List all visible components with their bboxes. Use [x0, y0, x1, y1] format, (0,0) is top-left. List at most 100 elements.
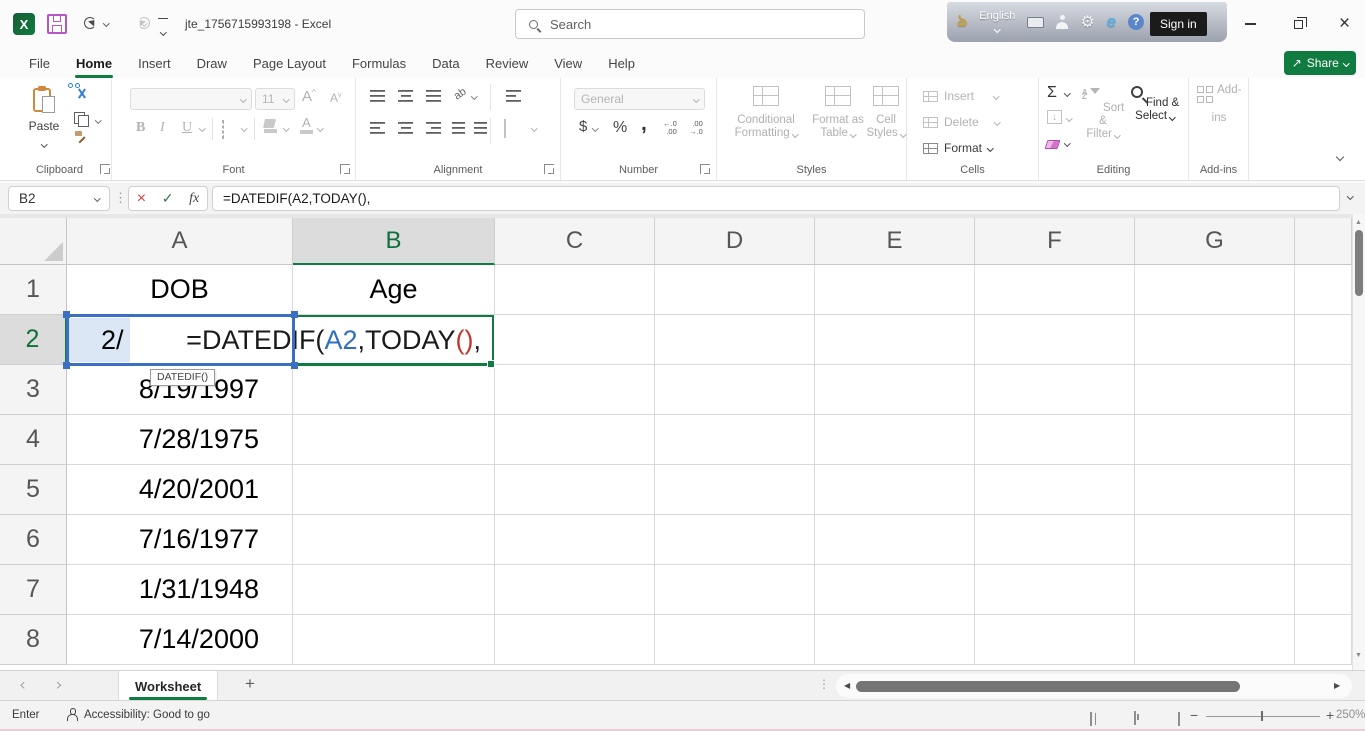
- cell-b8[interactable]: [293, 615, 495, 665]
- column-header-c[interactable]: C: [495, 218, 655, 265]
- quick-access-customize-icon[interactable]: [158, 18, 168, 39]
- restore-button[interactable]: [1276, 0, 1321, 48]
- format-cells-button[interactable]: Format: [923, 137, 994, 159]
- increase-indent-icon[interactable]: [474, 122, 487, 134]
- tab-formulas[interactable]: Formulas: [339, 48, 419, 78]
- cell-a5[interactable]: 4/20/2001: [67, 465, 293, 515]
- cell-h6-partial[interactable]: [1295, 515, 1352, 565]
- orientation-icon[interactable]: ab: [452, 86, 469, 103]
- delete-cells-button[interactable]: Delete: [923, 111, 1001, 133]
- cell-c2[interactable]: [495, 315, 655, 365]
- tab-draw[interactable]: Draw: [184, 48, 240, 78]
- shrink-font-icon[interactable]: Av: [330, 91, 342, 105]
- save-icon[interactable]: [47, 14, 67, 34]
- scroll-right-icon[interactable]: ▶: [1334, 681, 1340, 690]
- reference-handle-bl[interactable]: [63, 362, 70, 369]
- cell-e2[interactable]: [815, 315, 975, 365]
- comma-style-icon[interactable]: ,: [641, 112, 647, 136]
- decrease-indent-icon[interactable]: [452, 122, 465, 134]
- column-header-b[interactable]: B: [293, 218, 495, 265]
- tab-scroll-splitter-icon[interactable]: ⋮: [818, 677, 830, 691]
- paste-button[interactable]: Paste: [22, 86, 66, 151]
- top-align-icon[interactable]: [370, 90, 385, 102]
- cell-g2[interactable]: [1135, 315, 1295, 365]
- cell-c4[interactable]: [495, 415, 655, 465]
- cell-f7[interactable]: [975, 565, 1135, 615]
- cell-e3[interactable]: [815, 365, 975, 415]
- cell-d8[interactable]: [655, 615, 815, 665]
- cell-c1[interactable]: [495, 265, 655, 315]
- undo-dropdown-icon[interactable]: [103, 20, 110, 27]
- font-dialog-launcher-icon[interactable]: [340, 164, 350, 174]
- increase-decimal-icon[interactable]: ←.0.00: [663, 120, 677, 135]
- cell-g3[interactable]: [1135, 365, 1295, 415]
- cell-c8[interactable]: [495, 615, 655, 665]
- tab-view[interactable]: View: [541, 48, 595, 78]
- cell-e1[interactable]: [815, 265, 975, 315]
- row-header-7[interactable]: 7: [0, 565, 67, 615]
- cell-d7[interactable]: [655, 565, 815, 615]
- cell-c5[interactable]: [495, 465, 655, 515]
- autosum-icon[interactable]: Σ: [1047, 84, 1057, 102]
- cell-a8[interactable]: 7/14/2000: [67, 615, 293, 665]
- sheet-prev-icon[interactable]: [21, 682, 28, 689]
- cell-b5[interactable]: [293, 465, 495, 515]
- merge-center-dropdown-icon[interactable]: [531, 125, 538, 132]
- column-header-partial[interactable]: [1295, 218, 1352, 265]
- conditional-formatting-button[interactable]: Conditional Formatting: [722, 84, 810, 140]
- zoom-slider-track[interactable]: [1206, 715, 1320, 717]
- normal-view-icon[interactable]: [1090, 712, 1096, 726]
- cell-a4[interactable]: 7/28/1975: [67, 415, 293, 465]
- sheet-tab-worksheet[interactable]: Worksheet: [118, 671, 219, 701]
- reference-handle-br[interactable]: [291, 362, 298, 369]
- close-button[interactable]: ×: [1322, 0, 1365, 48]
- tab-review[interactable]: Review: [473, 48, 542, 78]
- formula-input[interactable]: =DATEDIF(A2,TODAY(),: [212, 186, 1340, 211]
- cell-c3[interactable]: [495, 365, 655, 415]
- language-script-icon[interactable]: ঌ: [957, 8, 967, 36]
- tab-home[interactable]: Home: [63, 48, 125, 78]
- find-select-button[interactable]: Find & Select: [1129, 84, 1181, 123]
- fill-handle[interactable]: [487, 360, 495, 368]
- search-input[interactable]: Search: [515, 9, 865, 39]
- clear-dropdown-icon[interactable]: [1064, 140, 1071, 147]
- font-name-combo[interactable]: [130, 88, 252, 110]
- sheet-next-icon[interactable]: [54, 682, 61, 689]
- cell-a6[interactable]: 7/16/1977: [67, 515, 293, 565]
- fill-dropdown-icon[interactable]: [1066, 115, 1073, 122]
- cell-g5[interactable]: [1135, 465, 1295, 515]
- addins-button[interactable]: Add-ins: [1195, 84, 1243, 125]
- cell-d4[interactable]: [655, 415, 815, 465]
- cell-e7[interactable]: [815, 565, 975, 615]
- column-header-f[interactable]: F: [975, 218, 1135, 265]
- alignment-dialog-launcher-icon[interactable]: [544, 164, 554, 174]
- keyboard-icon[interactable]: [1027, 16, 1045, 28]
- fill-color-dropdown-icon[interactable]: [283, 125, 290, 132]
- column-header-g[interactable]: G: [1135, 218, 1295, 265]
- cell-h8-partial[interactable]: [1295, 615, 1352, 665]
- zoom-in-icon[interactable]: +: [1326, 707, 1334, 723]
- scroll-left-icon[interactable]: ◀: [844, 681, 850, 690]
- cell-g4[interactable]: [1135, 415, 1295, 465]
- font-size-combo[interactable]: 11: [255, 88, 295, 110]
- reference-handle-tl[interactable]: [63, 311, 70, 318]
- cell-e8[interactable]: [815, 615, 975, 665]
- page-break-view-icon[interactable]: [1178, 712, 1180, 726]
- tab-insert[interactable]: Insert: [125, 48, 184, 78]
- sort-filter-button[interactable]: AZ Sort & Filter: [1079, 84, 1127, 141]
- bold-icon[interactable]: B: [136, 120, 145, 136]
- cancel-icon[interactable]: ×: [137, 190, 146, 208]
- cell-h3-partial[interactable]: [1295, 365, 1352, 415]
- fill-icon[interactable]: ↓: [1047, 110, 1062, 124]
- cell-b4[interactable]: [293, 415, 495, 465]
- select-all-corner[interactable]: [0, 218, 67, 265]
- cell-h7-partial[interactable]: [1295, 565, 1352, 615]
- horizontal-scrollbar-thumb[interactable]: [856, 681, 1240, 692]
- cell-a1[interactable]: DOB: [67, 265, 293, 315]
- cell-h1-partial[interactable]: [1295, 265, 1352, 315]
- share-button[interactable]: ↗ Share: [1284, 51, 1356, 75]
- vertical-scrollbar[interactable]: ▲ ▼: [1352, 214, 1365, 670]
- cell-d6[interactable]: [655, 515, 815, 565]
- cell-b1[interactable]: Age: [293, 265, 495, 315]
- clipboard-dialog-launcher-icon[interactable]: [100, 164, 110, 174]
